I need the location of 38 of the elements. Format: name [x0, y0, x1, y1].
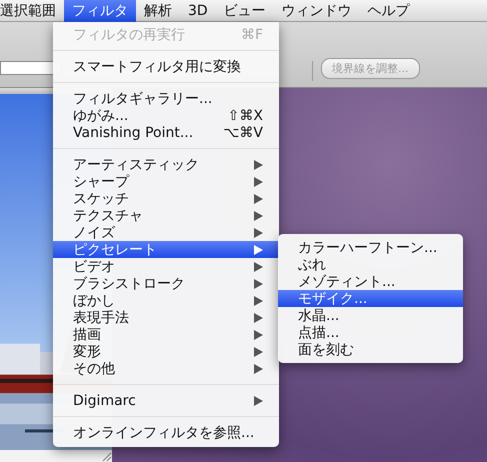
menu-item[interactable]: カラーハーフトーン...: [278, 239, 463, 256]
menu-item[interactable]: スケッチ: [53, 190, 279, 207]
menu-title[interactable]: ヘルプ: [360, 0, 418, 22]
shortcut-label: ⇧⌘X: [228, 108, 263, 124]
menu-item[interactable]: 水晶...: [278, 307, 463, 324]
menu-item[interactable]: Digimarc: [53, 392, 279, 409]
menu-title[interactable]: 解析: [136, 0, 180, 22]
menu-item[interactable]: 描画: [53, 326, 279, 343]
menu-item[interactable]: ゆがみ... ⇧⌘X: [53, 107, 279, 124]
menu-item[interactable]: ビデオ: [53, 258, 279, 275]
menu-item[interactable]: その他: [53, 360, 279, 377]
menu-item[interactable]: メゾティント...: [278, 273, 463, 290]
menu-item[interactable]: ノイズ: [53, 224, 279, 241]
menu-item[interactable]: 点描...: [278, 324, 463, 341]
menu-item[interactable]: 変形: [53, 343, 279, 360]
menu-item[interactable]: スマートフィルタ用に変換: [53, 58, 279, 75]
menu-title[interactable]: 3D: [180, 0, 216, 22]
menu-item[interactable]: ぶれ: [278, 256, 463, 273]
menu-item[interactable]: モザイク...: [278, 290, 463, 307]
menu-title[interactable]: 選択範囲: [0, 0, 64, 22]
menu-item[interactable]: アーティスティック: [53, 156, 279, 173]
shortcut-label: ⌘F: [240, 26, 263, 42]
menu-item[interactable]: Vanishing Point... ⌥⌘V: [53, 124, 279, 141]
menu-item[interactable]: ブラシストローク: [53, 275, 279, 292]
menu-item[interactable]: フィルタギャラリー...: [53, 90, 279, 107]
menu-item[interactable]: 表現手法: [53, 309, 279, 326]
menu-item[interactable]: シャープ: [53, 173, 279, 190]
menu-item[interactable]: ピクセレート: [53, 241, 279, 258]
menu-item[interactable]: オンラインフィルタを参照...: [53, 424, 279, 441]
menu-title[interactable]: フィルタ: [64, 0, 136, 22]
menu-title[interactable]: ビュー: [216, 0, 274, 22]
resize-grip-icon[interactable]: [100, 450, 112, 462]
menu-item[interactable]: 面を刻む: [278, 341, 463, 358]
submenu-arrow-icon: [254, 396, 263, 406]
menu-item[interactable]: ぼかし: [53, 292, 279, 309]
menu-item[interactable]: テクスチャ: [53, 207, 279, 224]
shortcut-label: ⌥⌘V: [223, 124, 263, 140]
menu-title[interactable]: ウィンドウ: [274, 0, 360, 22]
